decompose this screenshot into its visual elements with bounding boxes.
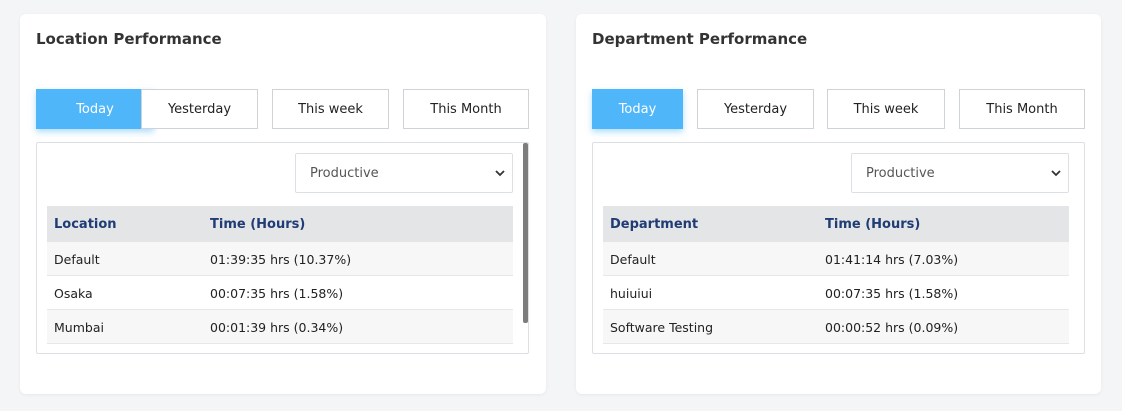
chevron-down-icon: [495, 170, 505, 177]
column-header-time[interactable]: Time (Hours): [825, 206, 920, 242]
tab-this-week[interactable]: This week: [272, 89, 389, 129]
table-panel: Productive Location Time (Hours) Default…: [36, 142, 529, 354]
cell-time: 00:07:35 hrs (1.58%): [210, 285, 344, 301]
cell-time: 01:41:14 hrs (7.03%): [825, 251, 959, 267]
productivity-filter-select[interactable]: Productive: [851, 153, 1069, 193]
cell-time: 00:07:35 hrs (1.58%): [825, 285, 959, 301]
card-title: Location Performance: [36, 30, 222, 48]
table-panel: Productive Department Time (Hours) Defau…: [592, 142, 1085, 354]
department-table: Department Time (Hours) Default 01:41:14…: [603, 206, 1069, 344]
table-row: Mumbai 00:01:39 hrs (0.34%): [47, 310, 513, 344]
card-title: Department Performance: [592, 30, 808, 48]
cell-time: 00:00:52 hrs (0.09%): [825, 319, 959, 335]
tab-this-month[interactable]: This Month: [959, 89, 1085, 129]
column-header-department[interactable]: Department: [610, 206, 698, 242]
table-row: Default 01:39:35 hrs (10.37%): [47, 242, 513, 276]
productivity-filter-select[interactable]: Productive: [295, 153, 513, 193]
cell-department: Software Testing: [610, 319, 714, 335]
location-table: Location Time (Hours) Default 01:39:35 h…: [47, 206, 513, 344]
cell-time: 01:39:35 hrs (10.37%): [210, 251, 352, 267]
tab-yesterday[interactable]: Yesterday: [697, 89, 814, 129]
table-row: Default 01:41:14 hrs (7.03%): [603, 242, 1069, 276]
column-header-location[interactable]: Location: [54, 206, 117, 242]
select-value: Productive: [866, 165, 935, 181]
select-value: Productive: [310, 165, 379, 181]
table-header: Department Time (Hours): [603, 206, 1069, 242]
column-header-time[interactable]: Time (Hours): [210, 206, 305, 242]
cell-location: Osaka: [54, 285, 93, 301]
tab-this-month[interactable]: This Month: [403, 89, 529, 129]
cell-location: Mumbai: [54, 319, 104, 335]
cell-location: Default: [54, 251, 100, 267]
table-row: Osaka 00:07:35 hrs (1.58%): [47, 276, 513, 310]
tab-this-week[interactable]: This week: [827, 89, 945, 129]
tab-today[interactable]: Today: [592, 89, 683, 129]
cell-department: Default: [610, 251, 656, 267]
table-row: huiuiui 00:07:35 hrs (1.58%): [603, 276, 1069, 310]
tab-yesterday[interactable]: Yesterday: [141, 89, 258, 129]
department-performance-card: Department Performance Today Yesterday T…: [576, 14, 1101, 394]
table-header: Location Time (Hours): [47, 206, 513, 242]
chevron-down-icon: [1051, 170, 1061, 177]
table-row: Software Testing 00:00:52 hrs (0.09%): [603, 310, 1069, 344]
cell-department: huiuiui: [610, 285, 653, 301]
tab-today[interactable]: Today: [36, 89, 154, 129]
cell-time: 00:01:39 hrs (0.34%): [210, 319, 344, 335]
location-performance-card: Location Performance Today Yesterday Thi…: [20, 14, 546, 394]
panel-scrollbar[interactable]: [523, 143, 528, 323]
